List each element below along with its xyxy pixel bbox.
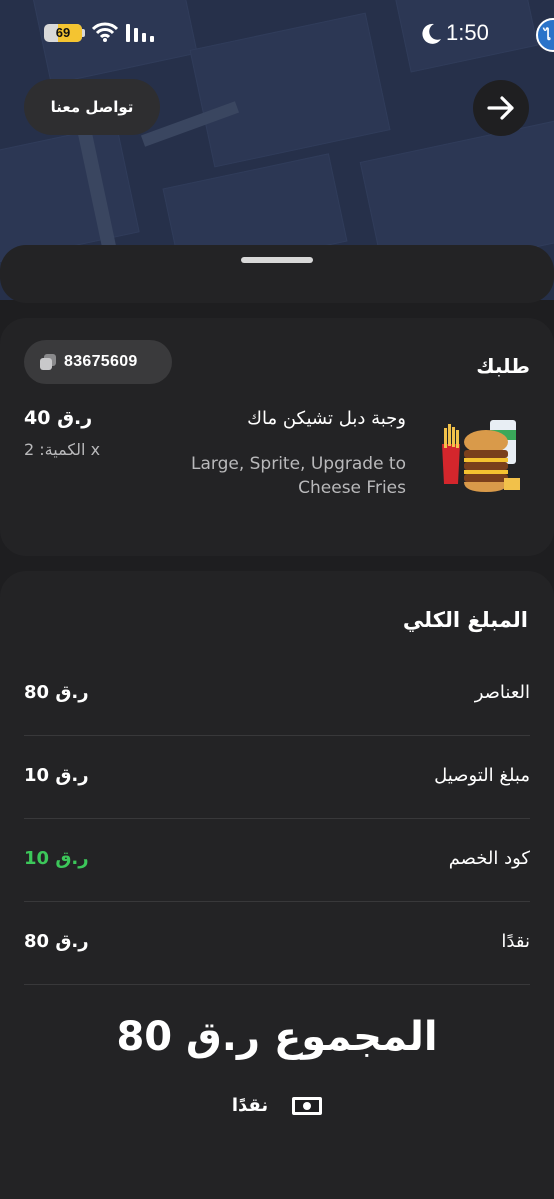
summary-label: كود الخصم xyxy=(448,848,530,869)
cash-icon xyxy=(292,1097,323,1115)
summary-row-cash: نقدًا 80 ر.ق xyxy=(24,902,530,985)
summary-value: 80 ر.ق xyxy=(24,682,89,703)
order-title: طلبك xyxy=(476,354,530,378)
signal-icon xyxy=(126,24,154,42)
copy-icon xyxy=(38,352,58,372)
back-button[interactable] xyxy=(473,80,529,136)
clock: 1:50 xyxy=(446,20,489,45)
summary-value-discount: 10 ر.ق xyxy=(24,848,89,869)
summary-value: 80 ر.ق xyxy=(24,931,89,952)
summary-list: العناصر 80 ر.ق مبلغ التوصيل 10 ر.ق كود ا… xyxy=(24,653,530,985)
contact-us-button[interactable]: تواصل معنا xyxy=(24,79,160,135)
bottom-sheet-header[interactable] xyxy=(0,245,554,303)
item-quantity: الكمية: 2 x xyxy=(24,440,101,459)
grand-total: 80 ر.ق المجموع xyxy=(0,1011,554,1063)
payment-method: نقدًا xyxy=(0,1093,554,1119)
total-card: المبلغ الكلي العناصر 80 ر.ق مبلغ التوصيل… xyxy=(0,571,554,1199)
grand-total-value: 80 ر.ق xyxy=(116,1014,261,1060)
battery-level: 69 xyxy=(55,25,71,40)
summary-label: العناصر xyxy=(474,682,530,703)
order-id: 83675609 xyxy=(64,353,138,370)
order-id-copy-button[interactable]: 83675609 xyxy=(24,340,172,384)
summary-row-delivery: مبلغ التوصيل 10 ر.ق xyxy=(24,736,530,819)
moon-icon xyxy=(422,23,441,44)
battery-icon: 69 xyxy=(44,24,82,42)
arrow-right-icon xyxy=(487,96,514,120)
item-options: Large, Sprite, Upgrade to Cheese Fries xyxy=(190,454,406,498)
status-bar: 69 1:50 ไ xyxy=(0,0,554,66)
wifi-icon xyxy=(92,22,118,42)
summary-label: مبلغ التوصيل xyxy=(434,765,530,786)
app-badge-icon[interactable]: ไ xyxy=(536,18,554,52)
drag-handle[interactable] xyxy=(241,257,313,263)
battery-cap xyxy=(82,29,85,37)
burger-meal-image xyxy=(442,420,520,492)
order-card: طلبك 83675609 وجبة دبل تشيكن ماك Large, … xyxy=(0,318,554,556)
grand-total-label: المجموع xyxy=(273,1014,438,1060)
payment-method-label: نقدًا xyxy=(231,1095,269,1116)
summary-value: 10 ر.ق xyxy=(24,765,89,786)
summary-row-discount: كود الخصم 10 ر.ق xyxy=(24,819,530,902)
summary-label: نقدًا xyxy=(501,931,530,952)
item-price: 40 ر.ق xyxy=(24,407,93,429)
item-name: وجبة دبل تشيكن ماك xyxy=(247,408,406,429)
total-title: المبلغ الكلي xyxy=(402,608,528,632)
summary-row-items: العناصر 80 ر.ق xyxy=(24,653,530,736)
